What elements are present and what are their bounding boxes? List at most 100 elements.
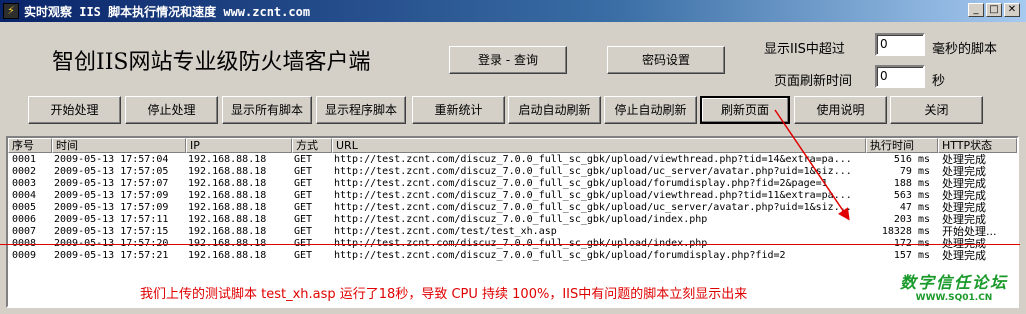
col-header-http-status[interactable]: HTTP状态 [938, 138, 1017, 153]
cell-time: 2009-05-13 17:57:11 [54, 214, 169, 225]
start-auto-refresh-button[interactable]: 启动自动刷新 [508, 96, 601, 124]
table-row[interactable]: 0009 2009-05-13 17:57:21 192.168.88.18 GET h… [8, 250, 1017, 262]
col-header-index[interactable]: 序号 [8, 138, 52, 153]
cell-method: GET [294, 190, 313, 201]
stop-auto-refresh-button[interactable]: 停止自动刷新 [604, 96, 697, 124]
cell-ip: 192.168.88.18 [188, 202, 267, 213]
cell-ip: 192.168.88.18 [188, 166, 267, 177]
watermark-logo: 数字信任论坛 WWW.SQ01.CN [888, 274, 1020, 308]
table-row[interactable]: 0005 2009-05-13 17:57:09 192.168.88.18 GET h… [8, 202, 1017, 214]
cell-exec-time: 563 ms [893, 190, 930, 201]
cell-index: 0009 [12, 250, 37, 261]
cell-ip: 192.168.88.18 [188, 190, 267, 201]
cell-exec-time: 188 ms [893, 178, 930, 189]
cell-time: 2009-05-13 17:57:09 [54, 190, 169, 201]
cell-time: 2009-05-13 17:57:21 [54, 250, 169, 261]
minimize-button[interactable]: _ [968, 3, 984, 17]
close-window-button[interactable]: ✕ [1004, 3, 1020, 17]
col-header-url[interactable]: URL [332, 138, 866, 153]
cell-ip: 192.168.88.18 [188, 214, 267, 225]
cell-method: GET [294, 166, 313, 177]
show-program-scripts-button[interactable]: 显示程序脚本 [316, 96, 406, 124]
cell-index: 0002 [12, 166, 37, 177]
cell-url: http://test.zcnt.com/discuz_7.0.0_full_s… [334, 190, 852, 201]
cell-index: 0007 [12, 226, 37, 237]
start-processing-button[interactable]: 开始处理 [28, 96, 121, 124]
cell-method: GET [294, 178, 313, 189]
cell-http-status: 处理完成 [942, 178, 986, 190]
cell-url: http://test.zcnt.com/discuz_7.0.0_full_s… [334, 202, 852, 213]
cell-time: 2009-05-13 17:57:07 [54, 178, 169, 189]
table-row[interactable]: 0004 2009-05-13 17:57:09 192.168.88.18 GET h… [8, 190, 1017, 202]
brand-title: 智创IIS网站专业级防火墙客户端 [52, 50, 371, 75]
refresh-interval-input[interactable]: 0 [875, 65, 925, 88]
table-row[interactable]: 0007 2009-05-13 17:57:15 192.168.88.18 GET h… [8, 226, 1017, 238]
login-button[interactable]: 登录 - 查询 [449, 46, 567, 74]
cell-url: http://test.zcnt.com/discuz_7.0.0_full_s… [334, 154, 852, 165]
col-header-time[interactable]: 时间 [52, 138, 186, 153]
cell-index: 0005 [12, 202, 37, 213]
refresh-page-button[interactable]: 刷新页面 [700, 96, 790, 124]
cell-index: 0006 [12, 214, 37, 225]
cell-exec-time: 47 ms [899, 202, 930, 213]
cell-index: 0003 [12, 178, 37, 189]
cell-index: 0004 [12, 190, 37, 201]
cell-exec-time: 157 ms [893, 250, 930, 261]
cell-ip: 192.168.88.18 [188, 178, 267, 189]
show-over-unit: 毫秒的脚本 [932, 42, 998, 57]
highlight-line [0, 244, 1020, 245]
cell-method: GET [294, 226, 313, 237]
table-row[interactable]: 0002 2009-05-13 17:57:05 192.168.88.18 GET h… [8, 166, 1017, 178]
cell-exec-time: 18328 ms [881, 226, 930, 237]
table-row[interactable]: 0003 2009-05-13 17:57:07 192.168.88.18 GET h… [8, 178, 1017, 190]
col-header-ip[interactable]: IP [186, 138, 292, 153]
table-header: 序号 时间 IP 方式 URL 执行时间 HTTP状态 [8, 138, 1017, 153]
stop-processing-button[interactable]: 停止处理 [125, 96, 218, 124]
cell-ip: 192.168.88.18 [188, 154, 267, 165]
cell-exec-time: 79 ms [899, 166, 930, 177]
cell-url: http://test.zcnt.com/discuz_7.0.0_full_s… [334, 166, 852, 177]
cell-http-status: 处理完成 [942, 202, 986, 214]
show-all-scripts-button[interactable]: 显示所有脚本 [222, 96, 312, 124]
col-header-exec-time[interactable]: 执行时间 [866, 138, 938, 153]
cell-http-status: 处理完成 [942, 190, 986, 202]
cell-ip: 192.168.88.18 [188, 250, 267, 261]
cell-url: http://test.zcnt.com/discuz_7.0.0_full_s… [334, 214, 708, 225]
cell-http-status: 处理完成 [942, 214, 986, 226]
cell-method: GET [294, 154, 313, 165]
cell-url: http://test.zcnt.com/discuz_7.0.0_full_s… [334, 250, 786, 261]
close-button[interactable]: 关闭 [890, 96, 983, 124]
cell-method: GET [294, 214, 313, 225]
recount-button[interactable]: 重新统计 [412, 96, 505, 124]
cell-time: 2009-05-13 17:57:05 [54, 166, 169, 177]
show-over-label: 显示IIS中超过 [764, 42, 845, 57]
instructions-button[interactable]: 使用说明 [794, 96, 887, 124]
watermark-url: WWW.SQ01.CN [915, 293, 993, 303]
cell-http-status: 处理完成 [942, 154, 986, 166]
password-settings-button[interactable]: 密码设置 [607, 46, 725, 74]
cell-exec-time: 516 ms [893, 154, 930, 165]
refresh-interval-label: 页面刷新时间 [774, 74, 853, 89]
cell-time: 2009-05-13 17:57:15 [54, 226, 169, 237]
threshold-ms-input[interactable]: 0 [875, 33, 925, 56]
window-title: 实时观察 IIS 脚本执行情况和速度 www.zcnt.com [24, 5, 311, 19]
cell-http-status: 开始处理... [942, 226, 997, 238]
app-icon: ⚡ [3, 3, 19, 19]
maximize-button[interactable]: □ [986, 3, 1002, 17]
col-header-method[interactable]: 方式 [292, 138, 332, 153]
cell-url: http://test.zcnt.com/discuz_7.0.0_full_s… [334, 178, 828, 189]
cell-url: http://test.zcnt.com/test/test_xh.asp [334, 226, 557, 237]
table-row[interactable]: 0006 2009-05-13 17:57:11 192.168.88.18 GET h… [8, 214, 1017, 226]
annotation-text: 我们上传的测试脚本 test_xh.asp 运行了18秒，导致 CPU 持续 1… [140, 287, 748, 302]
table-row[interactable]: 0001 2009-05-13 17:57:04 192.168.88.18 GET h… [8, 154, 1017, 166]
cell-http-status: 处理完成 [942, 250, 986, 262]
cell-time: 2009-05-13 17:57:04 [54, 154, 169, 165]
cell-ip: 192.168.88.18 [188, 226, 267, 237]
cell-method: GET [294, 202, 313, 213]
cell-time: 2009-05-13 17:57:09 [54, 202, 169, 213]
cell-method: GET [294, 250, 313, 261]
watermark-main: 数字信任论坛 [899, 273, 1008, 292]
cell-http-status: 处理完成 [942, 166, 986, 178]
cell-exec-time: 203 ms [893, 214, 930, 225]
title-bar[interactable]: ⚡ 实时观察 IIS 脚本执行情况和速度 www.zcnt.com _ □ ✕ [0, 0, 1026, 22]
